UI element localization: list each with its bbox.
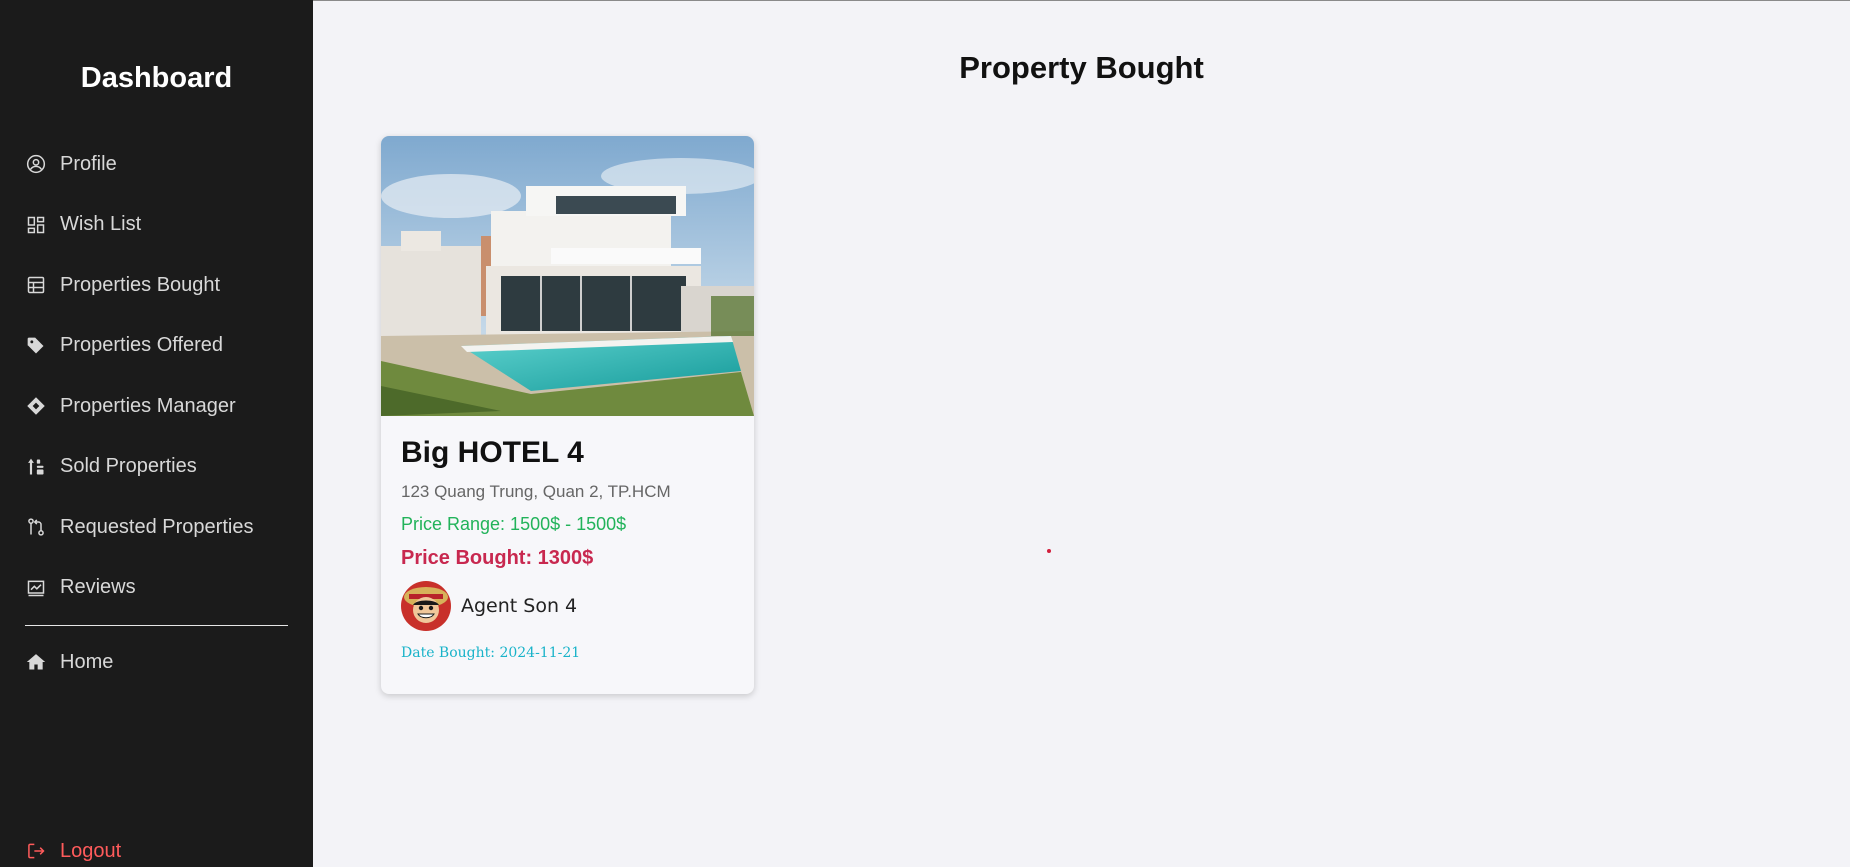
table-icon xyxy=(25,275,46,296)
git-pull-request-icon xyxy=(25,517,46,538)
date-bought: Date Bought: 2024-11-21 xyxy=(401,645,581,661)
loading-dot xyxy=(1047,549,1051,553)
page-title: Property Bought xyxy=(959,50,1204,85)
sidebar-item-label: Requested Properties xyxy=(60,515,254,538)
tag-icon xyxy=(25,335,46,356)
sort-icon xyxy=(25,456,46,477)
sidebar-item-label: Home xyxy=(60,650,114,673)
sidebar-item-profile[interactable]: Profile xyxy=(0,134,313,195)
property-card[interactable]: Big HOTEL 4 123 Quang Trung, Quan 2, TP.… xyxy=(381,136,754,694)
sidebar-item-requested-properties[interactable]: Requested Properties xyxy=(0,497,313,558)
sidebar-item-properties-manager[interactable]: Properties Manager xyxy=(0,376,313,437)
sidebar-item-properties-offered[interactable]: Properties Offered xyxy=(0,316,313,377)
sidebar-nav: Profile Wish List Properties Bought Prop… xyxy=(0,134,313,618)
sidebar-item-label: Properties Bought xyxy=(60,273,221,296)
sidebar-item-home[interactable]: Home xyxy=(0,632,313,693)
sidebar-item-label: Sold Properties xyxy=(60,455,197,478)
sidebar-item-label: Properties Manager xyxy=(60,394,236,417)
chart-card-icon xyxy=(25,577,46,598)
agent-avatar xyxy=(401,581,451,631)
sidebar-item-label: Wish List xyxy=(60,213,142,236)
sidebar-item-reviews[interactable]: Reviews xyxy=(0,558,313,619)
property-photo xyxy=(381,136,754,416)
logout-label: Logout xyxy=(60,839,122,862)
home-icon xyxy=(25,652,46,673)
sidebar-logout-section: Logout xyxy=(0,820,313,867)
sidebar-home-section: Home xyxy=(0,632,313,693)
sidebar-item-properties-bought[interactable]: Properties Bought xyxy=(0,255,313,316)
sidebar-brand: Dashboard xyxy=(80,62,233,94)
sidebar-item-label: Properties Offered xyxy=(60,334,224,357)
agent-info: Agent Son 4 xyxy=(401,581,734,631)
diamond-icon xyxy=(25,396,46,417)
sidebar-divider xyxy=(25,625,288,626)
user-circle-icon xyxy=(25,154,46,175)
price-range: Price Range: 1500$ - 1500$ xyxy=(401,514,627,534)
logout-icon xyxy=(25,841,46,862)
property-name: Big HOTEL 4 xyxy=(401,436,584,469)
agent-name: Agent Son 4 xyxy=(461,595,578,617)
dashboard-grid-icon xyxy=(25,214,46,235)
sidebar-item-label: Profile xyxy=(60,152,117,175)
sidebar-item-sold-properties[interactable]: Sold Properties xyxy=(0,437,313,498)
sidebar-item-wish-list[interactable]: Wish List xyxy=(0,195,313,256)
logout-button[interactable]: Logout xyxy=(0,820,313,867)
sidebar: Dashboard Profile Wish List Properties B… xyxy=(0,0,313,867)
property-address: 123 Quang Trung, Quan 2, TP.HCM xyxy=(401,482,671,501)
card-body: Big HOTEL 4 123 Quang Trung, Quan 2, TP.… xyxy=(381,416,754,661)
sidebar-item-label: Reviews xyxy=(60,576,136,599)
price-bought: Price Bought: 1300$ xyxy=(401,547,594,569)
